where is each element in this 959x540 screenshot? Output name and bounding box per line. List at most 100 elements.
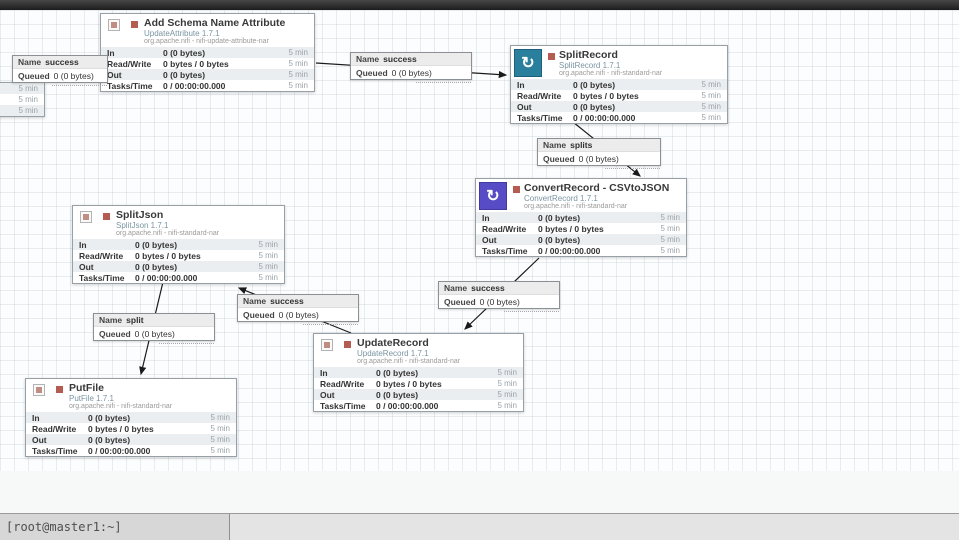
processor-updaterecord[interactable]: UpdateRecord UpdateRecord 1.7.1 org.apac… xyxy=(313,333,524,412)
stat-window: 5 min xyxy=(701,113,721,122)
processor-type: ConvertRecord 1.7.1 xyxy=(524,194,686,203)
processor-titles: SplitRecord SplitRecord 1.7.1 org.apache… xyxy=(559,46,727,77)
connection-label-success-left[interactable]: Name success Queued 0 (0 bytes) xyxy=(12,55,108,83)
processor-bundle: org.apache.nifi - nifi-standard-nar xyxy=(559,70,727,77)
stat-row: 5 min xyxy=(0,83,44,94)
connection-queued-row: Queued 0 (0 bytes) xyxy=(13,69,107,82)
processor-type: SplitJson 1.7.1 xyxy=(116,221,284,230)
processor-title: ConvertRecord - CSVtoJSON xyxy=(524,182,686,194)
stat-value: 0 (0 bytes) xyxy=(538,213,660,223)
name-key: Name xyxy=(356,54,379,64)
stat-window: 5 min xyxy=(18,84,38,93)
stat-value: 0 / 00:00:00.000 xyxy=(538,246,660,256)
stat-value: 0 (0 bytes) xyxy=(135,240,258,250)
stat-value: 0 bytes / 0 bytes xyxy=(135,251,258,261)
queued-value: 0 (0 bytes) xyxy=(579,154,619,164)
processor-title: Add Schema Name Attribute xyxy=(144,17,314,29)
processor-header: Add Schema Name Attribute UpdateAttribut… xyxy=(101,14,314,47)
queued-key: Queued xyxy=(444,297,476,307)
connection-queued-row: Queued 0 (0 bytes) xyxy=(439,295,559,308)
stat-window: 5 min xyxy=(660,213,680,222)
stat-label: Out xyxy=(320,390,376,400)
stat-window: 5 min xyxy=(288,59,308,68)
processor-splitjson[interactable]: SplitJson SplitJson 1.7.1 org.apache.nif… xyxy=(72,205,285,284)
queued-key: Queued xyxy=(543,154,575,164)
stat-row-in: In 0 (0 bytes) 5 min xyxy=(26,412,236,423)
name-key: Name xyxy=(243,296,266,306)
stat-row-tasks: Tasks/Time 0 / 00:00:00.000 5 min xyxy=(511,112,727,123)
connection-label-success-addschema-splitrecord[interactable]: Name success Queued 0 (0 bytes) xyxy=(350,52,472,80)
name-key: Name xyxy=(18,57,41,67)
processor-icon xyxy=(108,19,120,31)
processor-bundle: org.apache.nifi - nifi-standard-nar xyxy=(69,403,236,410)
stat-label: Out xyxy=(517,102,573,112)
stat-row-out: Out 0 (0 bytes) 5 min xyxy=(73,261,284,272)
connection-label-splits[interactable]: Name splits Queued 0 (0 bytes) xyxy=(537,138,661,166)
stat-row-readwrite: Read/Write 0 bytes / 0 bytes 5 min xyxy=(314,378,523,389)
stat-value: 0 bytes / 0 bytes xyxy=(538,224,660,234)
stat-window: 5 min xyxy=(660,224,680,233)
stat-window: 5 min xyxy=(288,48,308,57)
stat-label: Read/Write xyxy=(107,59,163,69)
stat-window: 5 min xyxy=(660,246,680,255)
name-value: success xyxy=(270,296,304,306)
stat-window: 5 min xyxy=(258,262,278,271)
processor-titles: PutFile PutFile 1.7.1 org.apache.nifi - … xyxy=(69,379,236,410)
stat-window: 5 min xyxy=(210,424,230,433)
stopped-status-icon xyxy=(344,341,351,348)
stat-value: 0 (0 bytes) xyxy=(88,435,210,445)
terminal-window[interactable]: [root@master1:~] xyxy=(0,514,230,540)
processor-header: PutFile PutFile 1.7.1 org.apache.nifi - … xyxy=(26,379,236,412)
connection-name-row: Name success xyxy=(13,56,107,69)
stat-row-tasks: Tasks/Time 0 / 00:00:00.000 5 min xyxy=(101,80,314,91)
stat-row-out: Out 0 (0 bytes) 5 min xyxy=(101,69,314,80)
stat-value: 0 (0 bytes) xyxy=(376,390,497,400)
queued-key: Queued xyxy=(356,68,388,78)
stat-label: Read/Write xyxy=(517,91,573,101)
processor-titles: Add Schema Name Attribute UpdateAttribut… xyxy=(144,14,314,45)
processor-add-schema-name-attribute[interactable]: Add Schema Name Attribute UpdateAttribut… xyxy=(100,13,315,92)
taskbar: [root@master1:~] xyxy=(0,513,959,540)
processor-partial-offscreen[interactable]: 5 min 5 min 5 min xyxy=(0,82,45,117)
processor-bundle: org.apache.nifi - nifi-standard-nar xyxy=(524,203,686,210)
connection-label-success-update-splitjson[interactable]: Name success Queued 0 (0 bytes) xyxy=(237,294,359,322)
stat-label: In xyxy=(32,413,88,423)
processor-convertrecord-csvtojson[interactable]: ↻ ConvertRecord - CSVtoJSON ConvertRecor… xyxy=(475,178,687,257)
processor-type: UpdateAttribute 1.7.1 xyxy=(144,29,314,38)
stat-value: 0 (0 bytes) xyxy=(163,48,288,58)
stat-row-tasks: Tasks/Time 0 / 00:00:00.000 5 min xyxy=(26,445,236,456)
stat-label: Read/Write xyxy=(482,224,538,234)
queued-value: 0 (0 bytes) xyxy=(279,310,319,320)
stat-label: Out xyxy=(32,435,88,445)
queued-value: 0 (0 bytes) xyxy=(135,329,175,339)
connection-label-success-convert-update[interactable]: Name success Queued 0 (0 bytes) xyxy=(438,281,560,309)
processor-header: ↻ SplitRecord SplitRecord 1.7.1 org.apac… xyxy=(511,46,727,79)
stat-window: 5 min xyxy=(497,401,517,410)
queued-value: 0 (0 bytes) xyxy=(54,71,94,81)
processor-titles: SplitJson SplitJson 1.7.1 org.apache.nif… xyxy=(116,206,284,237)
stat-row: 5 min xyxy=(0,94,44,105)
stat-label: Read/Write xyxy=(79,251,135,261)
processor-type: UpdateRecord 1.7.1 xyxy=(357,349,523,358)
name-value: success xyxy=(383,54,417,64)
stat-row-readwrite: Read/Write 0 bytes / 0 bytes 5 min xyxy=(101,58,314,69)
stat-label: Out xyxy=(107,70,163,80)
stat-window: 5 min xyxy=(288,70,308,79)
stat-row-in: In 0 (0 bytes) 5 min xyxy=(314,367,523,378)
connection-label-split[interactable]: Name split Queued 0 (0 bytes) xyxy=(93,313,215,341)
splitrecord-icon: ↻ xyxy=(514,49,542,77)
queued-key: Queued xyxy=(243,310,275,320)
stat-window: 5 min xyxy=(258,273,278,282)
name-value: split xyxy=(126,315,143,325)
processor-splitrecord[interactable]: ↻ SplitRecord SplitRecord 1.7.1 org.apac… xyxy=(510,45,728,124)
convertrecord-icon: ↻ xyxy=(479,182,507,210)
stat-label: In xyxy=(79,240,135,250)
processor-header: UpdateRecord UpdateRecord 1.7.1 org.apac… xyxy=(314,334,523,367)
stopped-status-icon xyxy=(56,386,63,393)
stopped-status-icon xyxy=(103,213,110,220)
stat-label: In xyxy=(107,48,163,58)
stat-value: 0 / 00:00:00.000 xyxy=(135,273,258,283)
processor-putfile[interactable]: PutFile PutFile 1.7.1 org.apache.nifi - … xyxy=(25,378,237,457)
stat-window: 5 min xyxy=(258,240,278,249)
stat-value: 0 bytes / 0 bytes xyxy=(88,424,210,434)
